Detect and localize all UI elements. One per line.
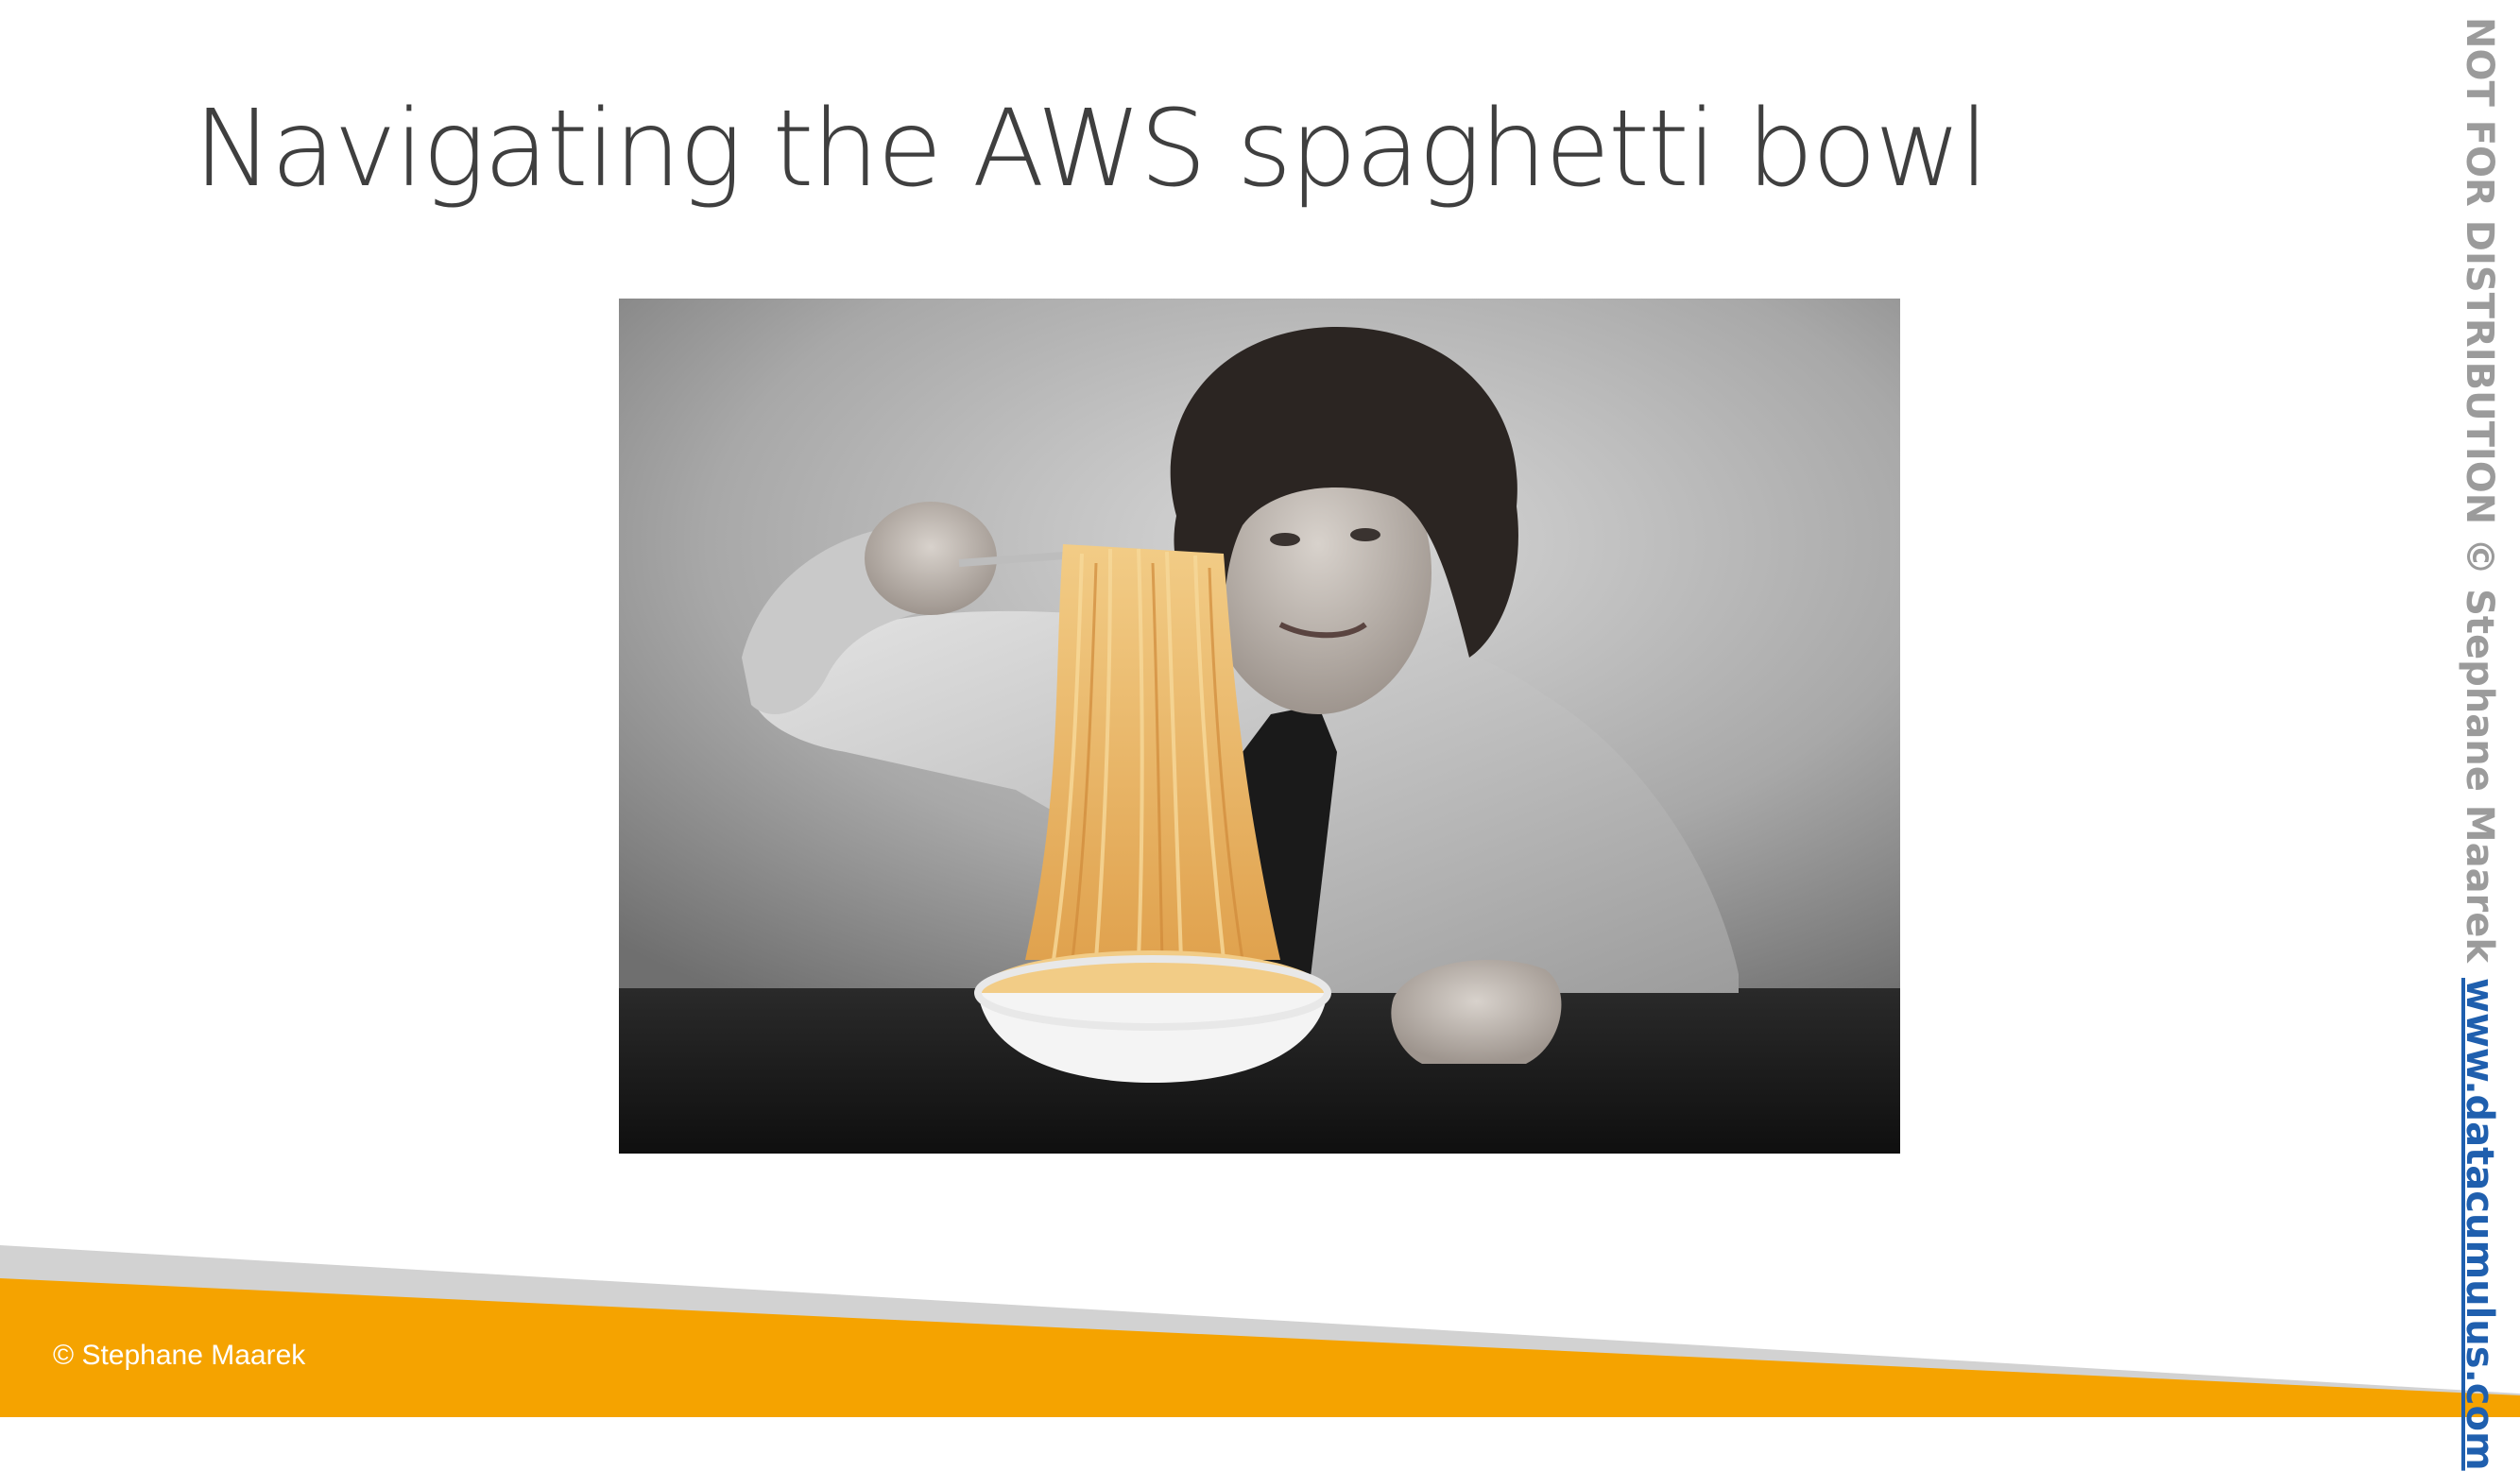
website-link[interactable]: www.datacumulus.com bbox=[2458, 978, 2501, 1471]
spaghetti-photo bbox=[619, 299, 1900, 1154]
copyright-notice: © Stephane Maarek bbox=[53, 1340, 306, 1371]
slide-title: Navigating the AWS spaghetti bowl bbox=[194, 88, 1989, 211]
side-banner: NOT FOR DISTRIBUTION © Stephane Maarek ww… bbox=[2453, 17, 2506, 1471]
distribution-notice: NOT FOR DISTRIBUTION © Stephane Maarek bbox=[2458, 17, 2501, 964]
footer-band bbox=[0, 1242, 2520, 1417]
